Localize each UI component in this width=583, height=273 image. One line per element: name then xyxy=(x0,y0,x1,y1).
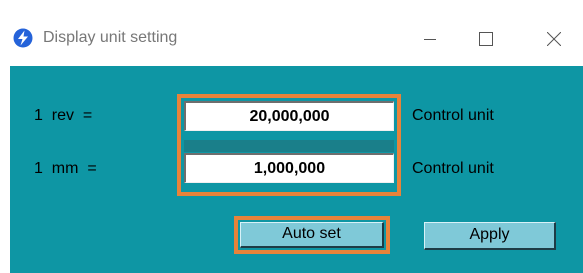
rev-unit-label: Control unit xyxy=(412,107,494,124)
window-title: Display unit setting xyxy=(43,29,178,46)
auto-set-button[interactable]: Auto set xyxy=(240,222,384,248)
minimize-button[interactable] xyxy=(400,20,460,58)
minimize-icon xyxy=(424,33,436,45)
dialog-window: Display unit setting 1 rev = 1 mm = 20,0… xyxy=(0,0,583,273)
mm-label: 1 mm = xyxy=(34,160,97,177)
maximize-button[interactable] xyxy=(456,20,516,58)
rev-label: 1 rev = xyxy=(34,107,93,124)
apply-button[interactable]: Apply xyxy=(424,222,556,250)
mm-unit-label: Control unit xyxy=(412,160,494,177)
mm-value-input[interactable]: 1,000,000 xyxy=(184,153,394,183)
maximize-icon xyxy=(479,32,493,46)
close-icon xyxy=(547,32,561,46)
inputs-divider xyxy=(184,140,394,152)
window-top-edge xyxy=(0,0,583,10)
close-button[interactable] xyxy=(524,20,583,58)
rev-value-input[interactable]: 20,000,000 xyxy=(184,101,394,131)
lightning-bolt-icon xyxy=(13,28,33,48)
title-bar[interactable]: Display unit setting xyxy=(0,10,583,66)
